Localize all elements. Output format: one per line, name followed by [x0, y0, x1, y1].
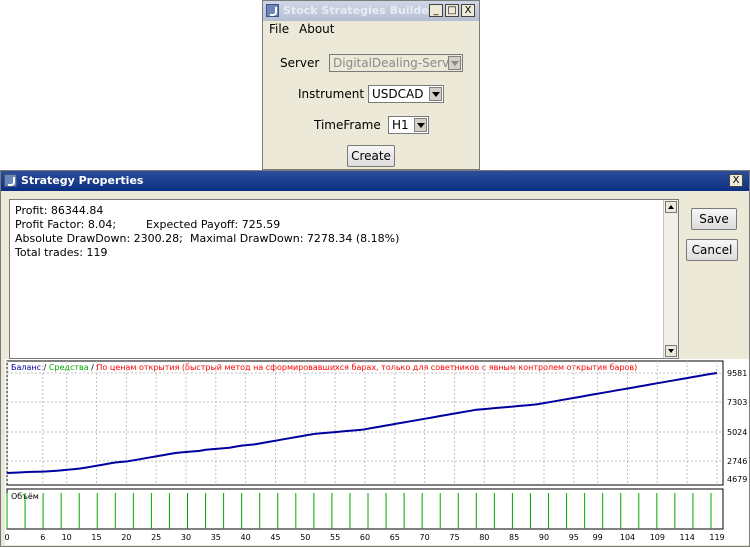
absolute-drawdown-text: Absolute DrawDown: 2300.28;: [15, 232, 183, 245]
java-app-icon: [266, 4, 279, 17]
create-button[interactable]: Create: [347, 145, 395, 167]
y-tick-label: 4679: [727, 475, 747, 484]
x-tick-label: 119: [709, 533, 724, 542]
x-tick-label: 75: [449, 533, 459, 542]
y-tick-label: 9581: [727, 369, 747, 378]
balance-chart: Баланс / Средства / По ценам открытия (б…: [4, 359, 749, 545]
legend-equity: Средства: [49, 363, 89, 372]
chevron-down-icon: [448, 56, 461, 70]
x-tick-label: 65: [390, 533, 400, 542]
chevron-down-icon: [414, 118, 427, 132]
menu-about[interactable]: About: [299, 22, 334, 36]
cancel-button[interactable]: Cancel: [686, 239, 738, 261]
x-tick-label: 109: [650, 533, 665, 542]
instrument-label: Instrument: [298, 87, 365, 101]
report-scrollbar[interactable]: [663, 200, 678, 358]
y-tick-label: 7303: [727, 398, 747, 407]
x-tick-label: 95: [569, 533, 579, 542]
x-tick-label: 30: [181, 533, 191, 542]
legend-balance: Баланс: [11, 363, 41, 372]
menu-file[interactable]: File: [269, 22, 289, 36]
builder-title: Stock Strategies Builder: [283, 4, 435, 17]
x-tick-label: 55: [330, 533, 340, 542]
x-tick-label: 114: [680, 533, 695, 542]
instrument-select-value: USDCAD: [372, 87, 424, 101]
timeframe-select[interactable]: H1: [388, 116, 429, 134]
x-tick-label: 80: [479, 533, 489, 542]
builder-menubar: File About: [263, 21, 479, 39]
x-tick-label: 104: [620, 533, 635, 542]
strategy-properties-window: Strategy Properties X Profit: 86344.84 P…: [0, 170, 750, 547]
x-tick-label: 35: [211, 533, 221, 542]
scroll-up-icon[interactable]: [665, 201, 677, 213]
x-tick-label: 50: [300, 533, 310, 542]
minimize-button[interactable]: _: [429, 4, 443, 17]
volume-plot-frame: [6, 488, 724, 530]
maximal-drawdown-text: Maximal DrawDown: 7278.34 (8.18%): [190, 232, 400, 245]
expected-payoff-text: Expected Payoff: 725.59: [146, 218, 281, 231]
server-label: Server: [280, 56, 320, 70]
java-app-icon: [4, 174, 17, 187]
properties-title: Strategy Properties: [21, 174, 144, 187]
x-tick-label: 10: [62, 533, 72, 542]
server-select-value: DigitalDealing-Server: [333, 56, 462, 70]
x-tick-label: 20: [121, 533, 131, 542]
x-tick-label: 40: [241, 533, 251, 542]
y-tick-label: 5024: [727, 428, 747, 437]
x-tick-label: 0: [5, 533, 10, 542]
profit-factor-text: Profit Factor: 8.04;: [15, 218, 117, 231]
properties-titlebar[interactable]: Strategy Properties X: [1, 171, 749, 191]
chart-legend: Баланс / Средства / По ценам открытия (б…: [11, 363, 637, 372]
report-textarea[interactable]: Profit: 86344.84 Profit Factor: 8.04; Ex…: [9, 199, 679, 359]
x-tick-label: 25: [151, 533, 161, 542]
save-button[interactable]: Save: [691, 208, 737, 230]
legend-separator: /: [89, 363, 97, 372]
balance-chart-svg: Баланс / Средства / По ценам открытия (б…: [4, 360, 747, 542]
x-tick-label: 99: [593, 533, 603, 542]
x-tick-label: 60: [360, 533, 370, 542]
close-button[interactable]: X: [729, 174, 743, 187]
timeframe-label: TimeFrame: [314, 118, 381, 132]
profit-text: Profit: 86344.84: [15, 204, 104, 217]
x-tick-label: 6: [40, 533, 45, 542]
timeframe-select-value: H1: [392, 118, 409, 132]
legend-separator: /: [41, 363, 49, 372]
x-tick-label: 70: [420, 533, 430, 542]
y-tick-label: 2746: [727, 457, 747, 466]
x-tick-label: 90: [539, 533, 549, 542]
x-tick-label: 45: [270, 533, 280, 542]
x-tick-label: 85: [509, 533, 519, 542]
instrument-select[interactable]: USDCAD: [368, 85, 444, 103]
server-select[interactable]: DigitalDealing-Server: [329, 54, 463, 72]
chevron-down-icon: [429, 87, 442, 101]
scroll-down-icon[interactable]: [665, 345, 677, 357]
legend-mode: По ценам открытия (быстрый метод на сфор…: [96, 363, 637, 372]
maximize-button[interactable]: □: [445, 4, 459, 17]
close-button[interactable]: X: [461, 4, 475, 17]
total-trades-text: Total trades: 119: [15, 246, 108, 259]
builder-titlebar[interactable]: Stock Strategies Builder _ □ X: [263, 1, 479, 21]
strategies-builder-window: Stock Strategies Builder _ □ X File Abou…: [262, 0, 480, 170]
x-tick-label: 15: [91, 533, 101, 542]
